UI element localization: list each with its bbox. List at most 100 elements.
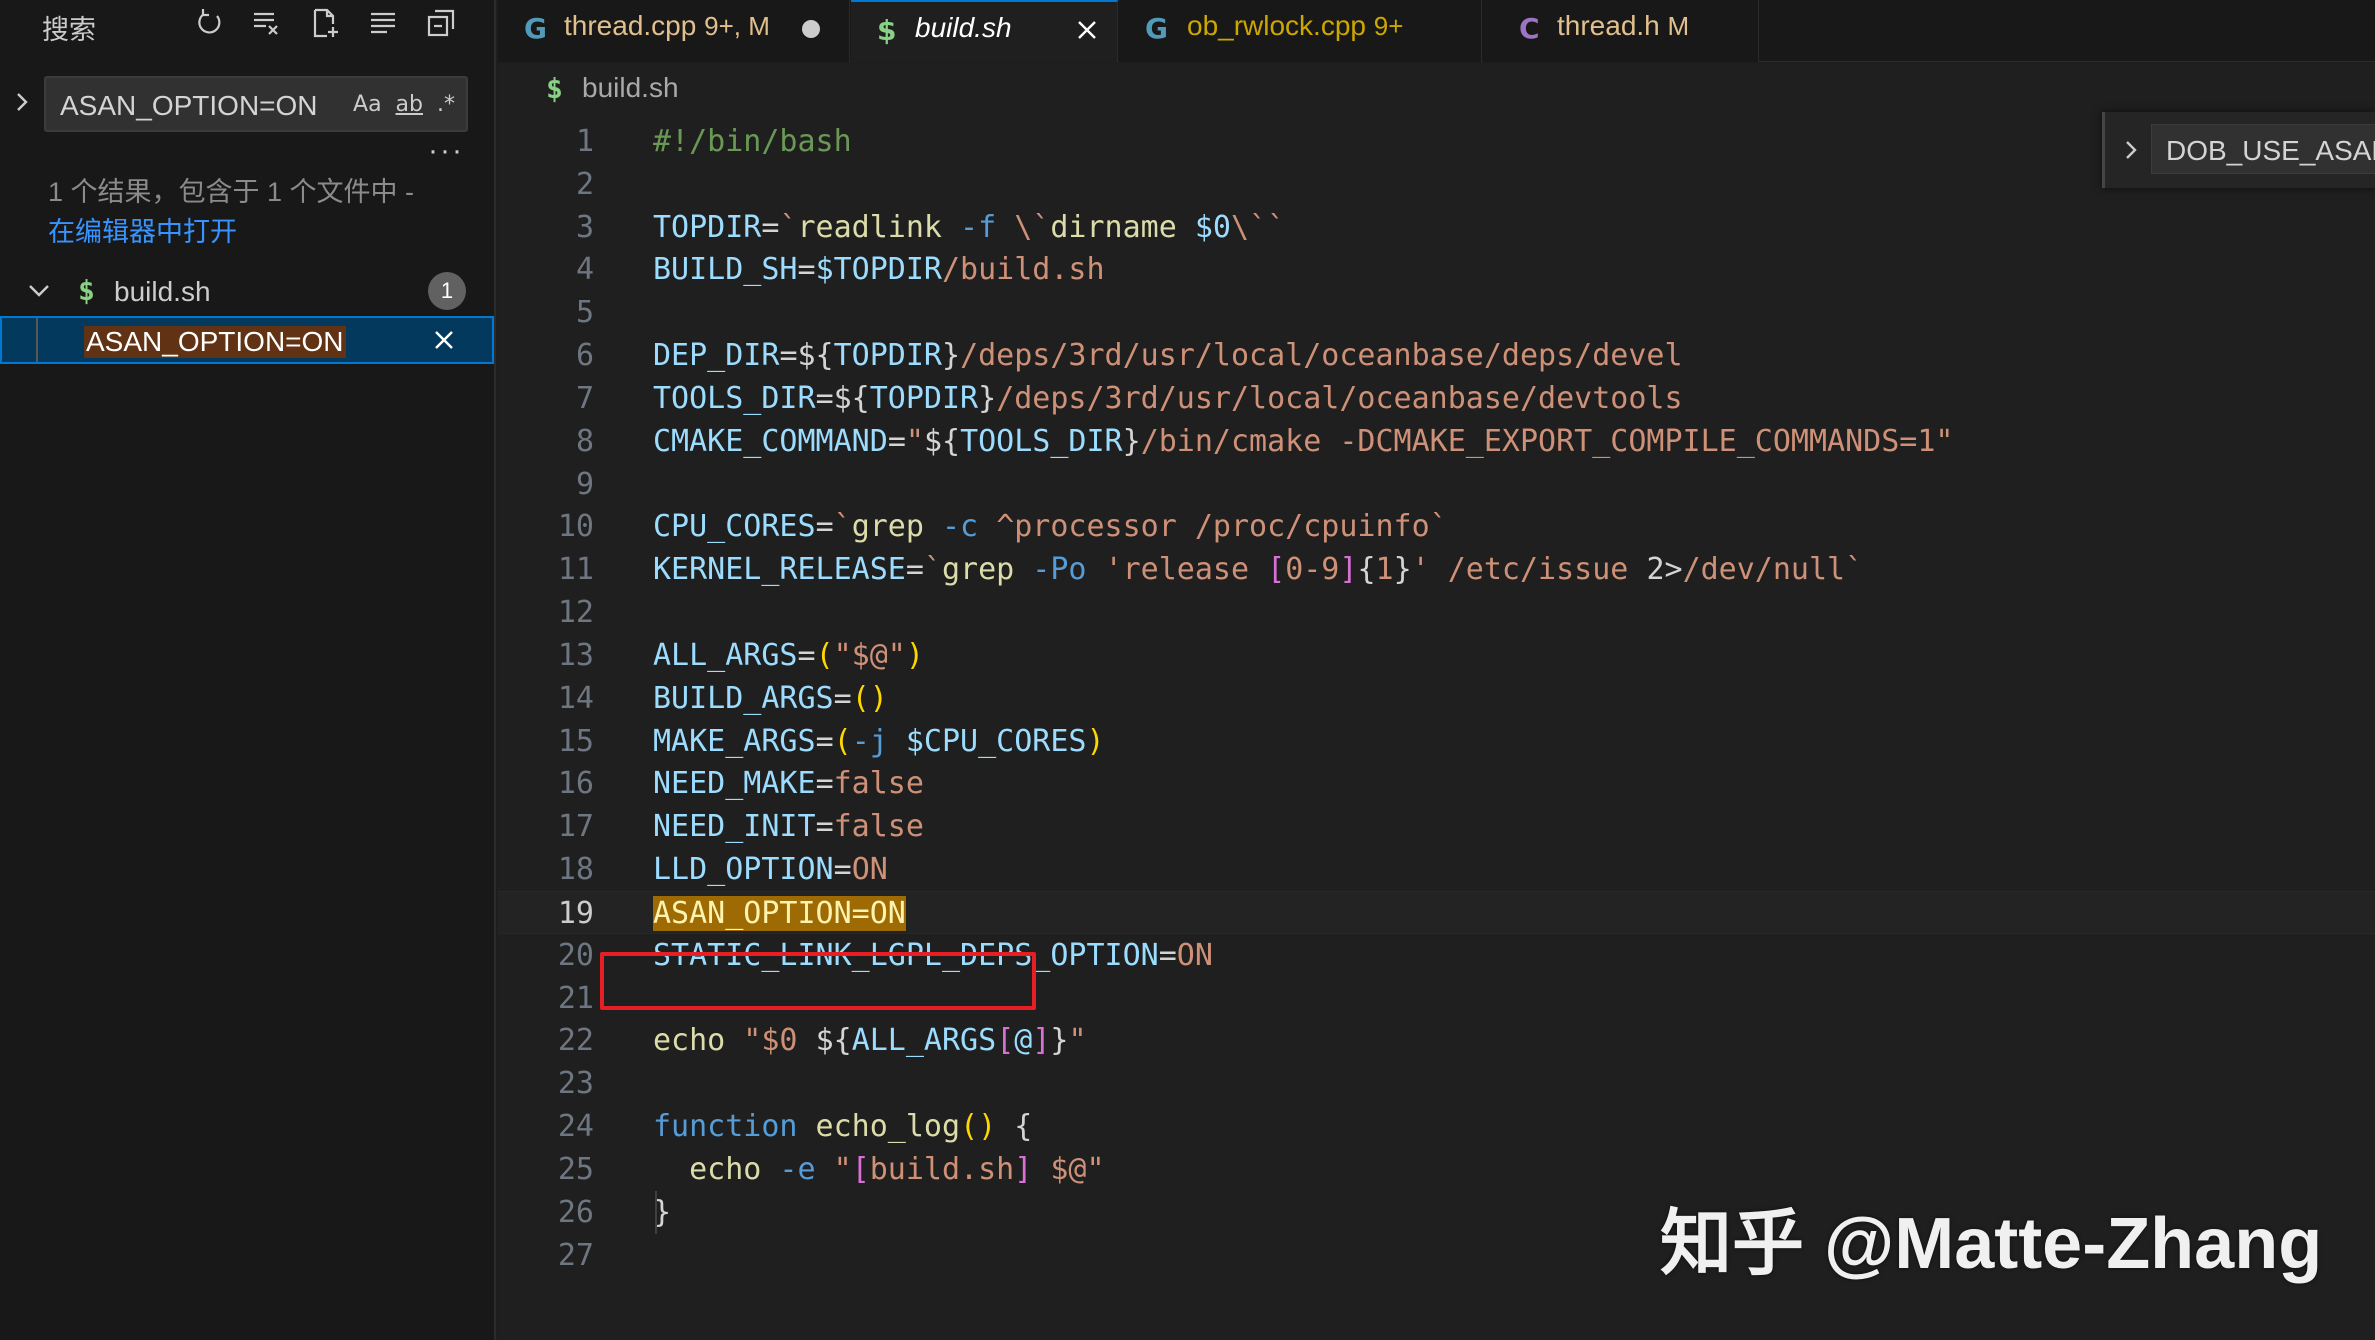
code-editor[interactable]: 1 #!/bin/bash 2 3 TOPDIR=`readlink -f \`dirn… bbox=[498, 112, 2375, 1340]
code-line[interactable]: 1 #!/bin/bash bbox=[498, 120, 2375, 163]
code-token: ALL_ARGS bbox=[851, 1023, 997, 1059]
line-number: 6 bbox=[575, 338, 594, 374]
code-token: } bbox=[1393, 552, 1412, 588]
code-token: #!/bin/bash bbox=[653, 124, 852, 159]
close-icon[interactable] bbox=[1073, 16, 1101, 44]
tab-name: build.sh bbox=[915, 12, 1012, 43]
clear-results-icon[interactable] bbox=[248, 4, 286, 42]
code-token: grep bbox=[942, 552, 1015, 588]
code-token: ' /etc/issue bbox=[1411, 552, 1647, 588]
code-token: $CPU_CORES bbox=[905, 723, 1087, 759]
result-file-row[interactable]: $ build.sh 1 bbox=[0, 268, 494, 314]
regex-icon[interactable]: .* bbox=[434, 88, 458, 120]
find-input-value: DOB_USE_ASAN bbox=[2166, 135, 2375, 166]
chevron-down-icon[interactable] bbox=[26, 278, 52, 304]
code-line[interactable]: 4 BUILD_SH=$TOPDIR/build.sh bbox=[498, 248, 2375, 291]
code-line[interactable]: 7 TOOLS_DIR=${TOPDIR}/deps/3rd/usr/local/… bbox=[498, 377, 2375, 420]
view-as-list-icon[interactable] bbox=[364, 4, 402, 42]
search-input[interactable]: ASAN_OPTION=ON Aa ab .* bbox=[44, 76, 468, 132]
code-line[interactable]: 19 ASAN_OPTION=ON bbox=[498, 890, 2375, 934]
code-line[interactable]: 14 BUILD_ARGS=() bbox=[498, 677, 2375, 720]
code-token: /deps/3rd/usr/local/oceanbase/devtools bbox=[996, 380, 1683, 416]
code-line[interactable]: 22 echo "$0 ${ALL_ARGS[@]}" bbox=[498, 1019, 2375, 1062]
code-text: CMAKE_COMMAND="${TOOLS_DIR}/bin/cmake -D… bbox=[653, 420, 1953, 463]
code-text: ALL_ARGS=("$@") bbox=[653, 634, 924, 677]
code-token: $@" bbox=[1032, 1151, 1105, 1187]
code-text: NEED_INIT=false bbox=[653, 805, 924, 848]
code-token: echo bbox=[653, 1023, 726, 1059]
result-file-name: build.sh bbox=[114, 276, 211, 307]
code-token: ( bbox=[833, 723, 852, 759]
code-token: = bbox=[833, 852, 852, 888]
result-match-row[interactable]: ASAN_OPTION=ON bbox=[0, 316, 494, 364]
code-line[interactable]: 9 bbox=[498, 463, 2375, 506]
code-token: = bbox=[815, 380, 834, 416]
tab-thread-h[interactable]: C thread.h M bbox=[1483, 0, 1759, 62]
line-number: 27 bbox=[557, 1237, 594, 1273]
line-number: 1 bbox=[575, 124, 594, 159]
line-number: 23 bbox=[557, 1066, 594, 1102]
code-line[interactable]: 2 bbox=[498, 163, 2375, 206]
code-token: () bbox=[960, 1109, 997, 1145]
code-token: NEED_INIT bbox=[653, 809, 816, 845]
code-text: CPU_CORES=`grep -c ^processor /proc/cpui… bbox=[653, 505, 1448, 548]
code-line[interactable]: 23 bbox=[498, 1062, 2375, 1105]
line-number: 24 bbox=[557, 1109, 594, 1145]
result-count-badge: 1 bbox=[428, 272, 466, 310]
code-line[interactable]: 8 CMAKE_COMMAND="${TOOLS_DIR}/bin/cmake -… bbox=[498, 420, 2375, 463]
match-case-icon[interactable]: Aa bbox=[350, 88, 385, 120]
code-line[interactable]: 17 NEED_INIT=false bbox=[498, 805, 2375, 848]
code-line[interactable]: 18 LLD_OPTION=ON bbox=[498, 848, 2375, 891]
more-options-icon[interactable]: ··· bbox=[428, 134, 464, 168]
match-whole-word-icon[interactable]: ab bbox=[393, 88, 426, 120]
code-line[interactable]: 21 bbox=[498, 977, 2375, 1020]
code-text: function echo_log() { bbox=[653, 1105, 1032, 1148]
tab-thread-cpp[interactable]: G thread.cpp 9+, M bbox=[498, 0, 850, 62]
new-search-editor-icon[interactable] bbox=[306, 4, 344, 42]
breadcrumb-file[interactable]: build.sh bbox=[582, 72, 679, 104]
code-line[interactable]: 15 MAKE_ARGS=(-j $CPU_CORES) bbox=[498, 720, 2375, 763]
code-token: ${ bbox=[797, 338, 834, 374]
tab-build-sh[interactable]: $ build.sh bbox=[851, 0, 1118, 62]
code-token: ] bbox=[1032, 1023, 1051, 1059]
code-token: -j bbox=[851, 723, 906, 759]
code-token: echo_log bbox=[797, 1109, 961, 1145]
code-line[interactable]: 24 function echo_log() { bbox=[498, 1105, 2375, 1148]
refresh-icon[interactable] bbox=[190, 4, 228, 42]
code-text: TOPDIR=`readlink -f \`dirname $0\`` bbox=[653, 206, 1285, 249]
code-line[interactable]: 11 KERNEL_RELEASE=`grep -Po 'release [0-9… bbox=[498, 548, 2375, 591]
unsaved-dot-icon[interactable] bbox=[802, 20, 820, 38]
code-token: TOPDIR bbox=[869, 380, 979, 416]
find-widget: DOB_USE_ASAN bbox=[2102, 112, 2375, 188]
code-token: KERNEL_RELEASE bbox=[653, 552, 906, 588]
collapse-all-icon[interactable] bbox=[422, 4, 460, 42]
code-line[interactable]: 3 TOPDIR=`readlink -f \`dirname $0\`` bbox=[498, 206, 2375, 249]
code-line[interactable]: 5 bbox=[498, 291, 2375, 334]
breadcrumb: $ build.sh bbox=[498, 64, 2375, 112]
dismiss-result-icon[interactable] bbox=[430, 326, 458, 354]
find-input[interactable]: DOB_USE_ASAN bbox=[2151, 124, 2375, 174]
code-line[interactable]: 6 DEP_DIR=${TOPDIR}/deps/3rd/usr/local/oc… bbox=[498, 334, 2375, 377]
chevron-right-icon[interactable] bbox=[10, 90, 34, 114]
code-token: false bbox=[833, 766, 924, 802]
sidebar-title: 搜索 bbox=[42, 15, 96, 45]
code-line[interactable]: 13 ALL_ARGS=("$@") bbox=[498, 634, 2375, 677]
code-token: = bbox=[797, 252, 816, 288]
code-token: ` bbox=[923, 552, 942, 588]
code-line[interactable]: 16 NEED_MAKE=false bbox=[498, 762, 2375, 805]
code-text: echo "$0 ${ALL_ARGS[@]}" bbox=[653, 1019, 1087, 1062]
tab-name: thread.cpp bbox=[564, 10, 697, 41]
code-text: KERNEL_RELEASE=`grep -Po 'release [0-9]{… bbox=[653, 548, 1863, 591]
code-line[interactable]: 20 STATIC_LINK_LGPL_DEPS_OPTION=ON bbox=[498, 934, 2375, 977]
code-line[interactable]: 12 bbox=[498, 591, 2375, 634]
code-token: @ bbox=[1014, 1023, 1033, 1059]
code-token: = bbox=[779, 338, 798, 374]
open-in-editor-link[interactable]: 在编辑器中打开 bbox=[48, 210, 237, 249]
line-number: 20 bbox=[557, 937, 594, 973]
code-line[interactable]: 10 CPU_CORES=`grep -c ^processor /proc/cp… bbox=[498, 505, 2375, 548]
code-token: build.sh bbox=[869, 1151, 1015, 1187]
tab-ob-rwlock-cpp[interactable]: G ob_rwlock.cpp 9+ bbox=[1119, 0, 1482, 62]
chevron-right-icon[interactable] bbox=[2119, 138, 2143, 162]
line-number: 19 bbox=[557, 895, 594, 931]
line-number: 10 bbox=[557, 509, 594, 545]
